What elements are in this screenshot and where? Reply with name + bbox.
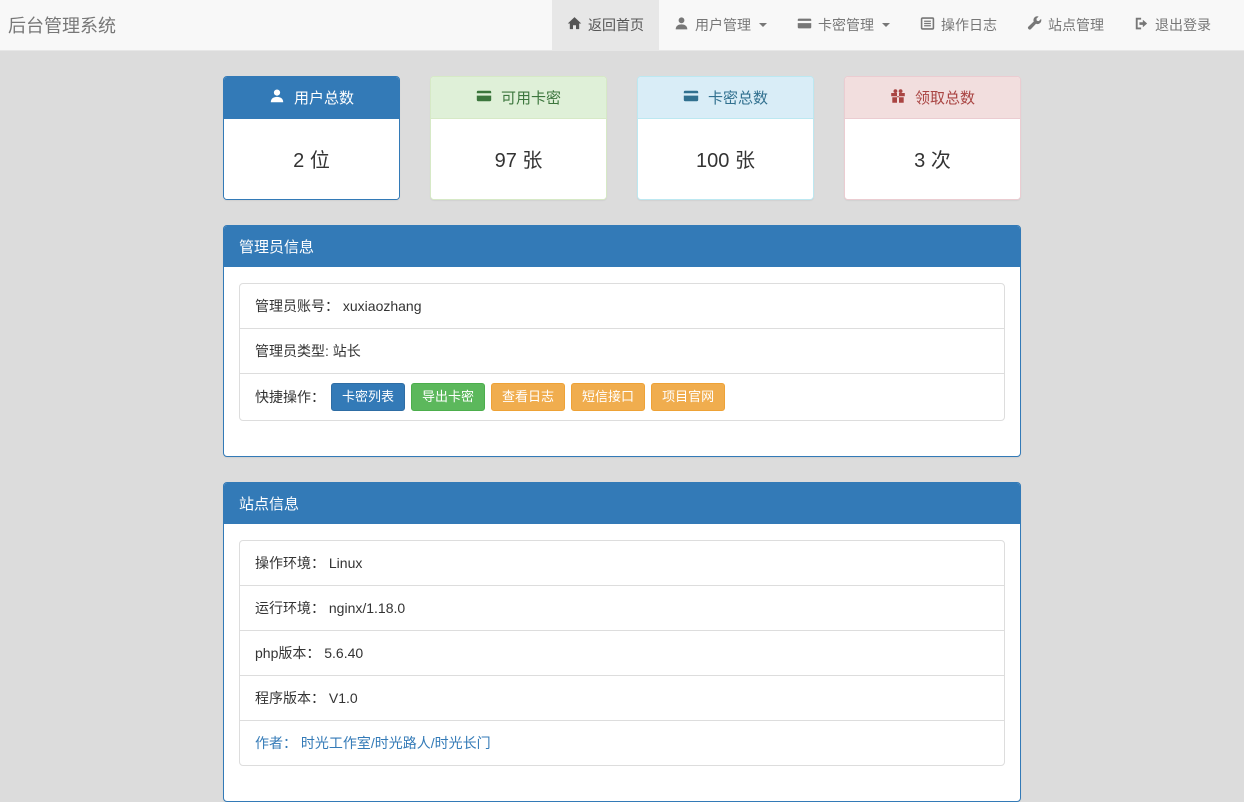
panel-title: 管理员信息 (224, 226, 1020, 267)
stat-title: 用户总数 (294, 87, 354, 108)
site-info-panel: 站点信息 操作环境： Linux 运行环境： nginx/1.18.0 php版… (223, 482, 1021, 802)
stat-value: 3 次 (845, 119, 1020, 199)
nav-item-users[interactable]: 用户管理 (659, 0, 782, 50)
panel-body: 管理员账号： xuxiaozhang 管理员类型: 站长 快捷操作： 卡密列表 … (224, 267, 1020, 456)
row-label: 管理员类型: (255, 343, 329, 359)
server-row: 运行环境： nginx/1.18.0 (240, 585, 1004, 630)
official-site-button[interactable]: 项目官网 (651, 383, 725, 411)
app-title[interactable]: 后台管理系统 (0, 0, 131, 50)
row-label: 快捷操作： (255, 388, 325, 406)
admin-account-value: xuxiaozhang (343, 298, 422, 314)
os-value: Linux (329, 555, 362, 571)
panel-body: 操作环境： Linux 运行环境： nginx/1.18.0 php版本： 5.… (224, 524, 1020, 801)
nav-item-label: 返回首页 (588, 15, 644, 35)
author-link[interactable]: 时光工作室/时光路人/时光长门 (301, 735, 491, 751)
stat-title: 卡密总数 (708, 87, 768, 108)
stat-value: 97 张 (431, 119, 606, 199)
credit-card-icon (476, 88, 492, 108)
user-icon (269, 88, 285, 108)
stat-value: 2 位 (224, 119, 399, 199)
gift-icon (890, 88, 906, 108)
stat-title: 领取总数 (915, 87, 975, 108)
admin-account-row: 管理员账号： xuxiaozhang (240, 284, 1004, 328)
nav-item-site[interactable]: 站点管理 (1012, 0, 1119, 50)
stat-card-header: 卡密总数 (638, 77, 813, 119)
panel-title: 站点信息 (224, 483, 1020, 524)
export-cards-button[interactable]: 导出卡密 (411, 383, 485, 411)
stat-title: 可用卡密 (501, 87, 561, 108)
row-label: php版本： (255, 645, 320, 661)
server-value: nginx/1.18.0 (329, 600, 405, 616)
nav-item-label: 用户管理 (695, 15, 751, 35)
home-icon (567, 16, 582, 34)
row-label: 管理员账号： (255, 298, 339, 314)
author-row[interactable]: 作者： 时光工作室/时光路人/时光长门 (240, 720, 1004, 765)
log-icon (920, 16, 935, 34)
stats-row: 用户总数 2 位 可用卡密 97 张 卡密总数 100 张 领取总数 3 次 (223, 76, 1021, 200)
nav-item-logs[interactable]: 操作日志 (905, 0, 1012, 50)
admin-type-row: 管理员类型: 站长 (240, 328, 1004, 373)
app-version-row: 程序版本： V1.0 (240, 675, 1004, 720)
row-label: 程序版本： (255, 690, 325, 706)
php-version-row: php版本： 5.6.40 (240, 630, 1004, 675)
row-label: 作者： (255, 735, 297, 751)
nav-item-label: 站点管理 (1048, 15, 1104, 35)
wrench-icon (1027, 16, 1042, 34)
sms-api-button[interactable]: 短信接口 (571, 383, 645, 411)
admin-info-list: 管理员账号： xuxiaozhang 管理员类型: 站长 快捷操作： 卡密列表 … (239, 283, 1005, 421)
php-version-value: 5.6.40 (324, 645, 363, 661)
card-list-button[interactable]: 卡密列表 (331, 383, 405, 411)
navbar-menu: 返回首页 用户管理 卡密管理 操作日志 站点管理 退出登录 (552, 0, 1226, 50)
chevron-down-icon (759, 23, 767, 27)
os-row: 操作环境： Linux (240, 541, 1004, 585)
row-label: 运行环境： (255, 600, 325, 616)
site-info-list: 操作环境： Linux 运行环境： nginx/1.18.0 php版本： 5.… (239, 540, 1005, 766)
stat-value: 100 张 (638, 119, 813, 199)
stat-card-available-cards: 可用卡密 97 张 (430, 76, 607, 200)
stat-card-total-cards: 卡密总数 100 张 (637, 76, 814, 200)
admin-info-panel: 管理员信息 管理员账号： xuxiaozhang 管理员类型: 站长 快捷操作：… (223, 225, 1021, 457)
nav-item-cards[interactable]: 卡密管理 (782, 0, 905, 50)
row-label: 操作环境： (255, 555, 325, 571)
quick-actions-row: 快捷操作： 卡密列表 导出卡密 查看日志 短信接口 项目官网 (240, 373, 1004, 420)
nav-item-logout[interactable]: 退出登录 (1119, 0, 1226, 50)
app-version-value: V1.0 (329, 690, 358, 706)
stat-card-header: 用户总数 (224, 77, 399, 119)
credit-card-icon (797, 16, 812, 34)
nav-item-label: 卡密管理 (818, 15, 874, 35)
credit-card-icon (683, 88, 699, 108)
stat-card-total-users: 用户总数 2 位 (223, 76, 400, 200)
stat-card-header: 领取总数 (845, 77, 1020, 119)
admin-type-value: 站长 (333, 343, 361, 359)
view-logs-button[interactable]: 查看日志 (491, 383, 565, 411)
nav-item-label: 退出登录 (1155, 15, 1211, 35)
top-navbar: 后台管理系统 返回首页 用户管理 卡密管理 操作日志 站点管理 退出登录 (0, 0, 1244, 51)
nav-item-label: 操作日志 (941, 15, 997, 35)
nav-item-home[interactable]: 返回首页 (552, 0, 659, 50)
stat-card-total-claims: 领取总数 3 次 (844, 76, 1021, 200)
user-icon (674, 16, 689, 34)
sign-out-icon (1134, 16, 1149, 34)
stat-card-header: 可用卡密 (431, 77, 606, 119)
chevron-down-icon (882, 23, 890, 27)
